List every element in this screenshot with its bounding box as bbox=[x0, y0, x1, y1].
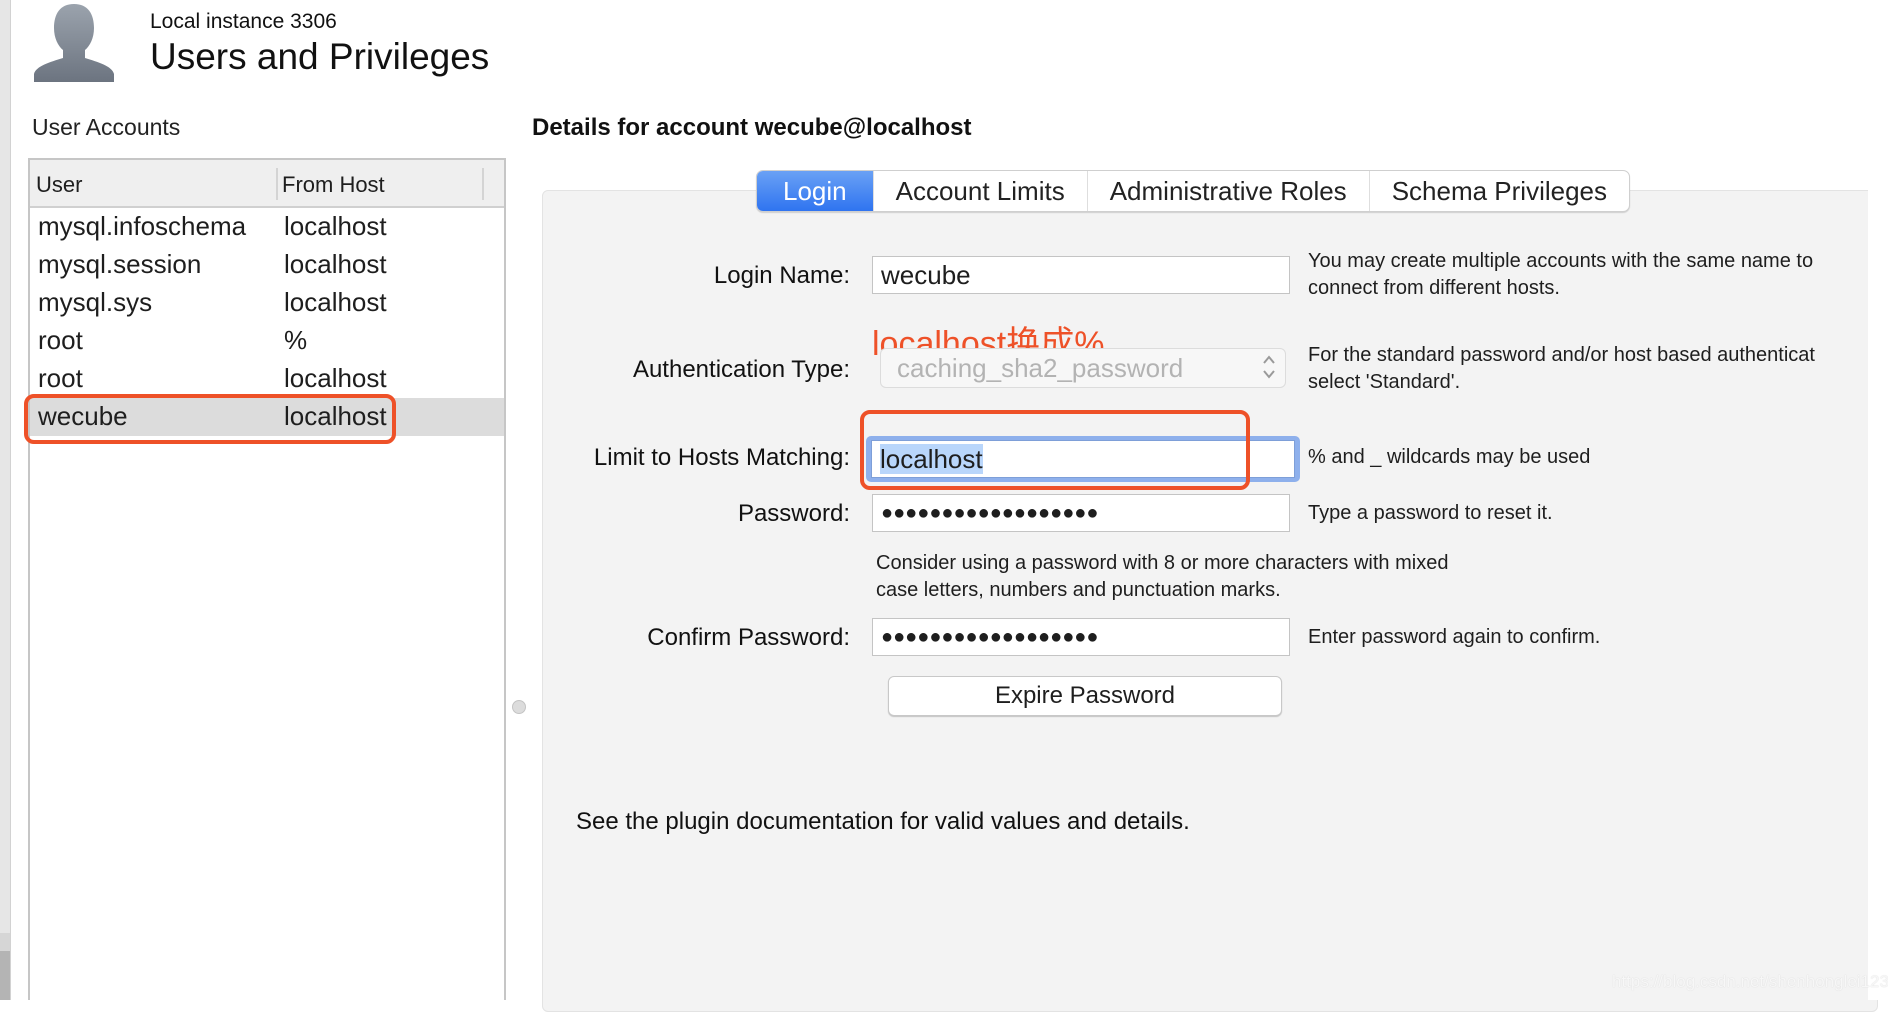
cell-user: mysql.session bbox=[38, 249, 202, 279]
column-divider[interactable] bbox=[482, 168, 484, 200]
cell-host: localhost bbox=[284, 249, 387, 279]
password-label: Password: bbox=[737, 500, 850, 527]
table-row[interactable]: mysql.sys localhost bbox=[30, 284, 504, 322]
splitter-handle[interactable] bbox=[512, 700, 526, 714]
tab-bar: Login Account Limits Administrative Role… bbox=[756, 170, 1630, 212]
table-row[interactable]: mysql.session localhost bbox=[30, 246, 504, 284]
tab-administrative-roles[interactable]: Administrative Roles bbox=[1086, 171, 1369, 211]
user-silhouette-icon bbox=[34, 4, 114, 82]
confirm-password-input[interactable]: ●●●●●●●●●●●●●●●●●● bbox=[872, 618, 1290, 656]
login-name-label: Login Name: bbox=[713, 262, 850, 289]
hosts-help: % and _ wildcards may be used bbox=[1308, 446, 1591, 468]
user-accounts-table[interactable]: User From Host mysql.infoschema localhost… bbox=[28, 158, 506, 1000]
details-title: Details for account wecube@localhost bbox=[532, 114, 972, 141]
confirm-password-help: Enter password again to confirm. bbox=[1308, 626, 1601, 648]
chevron-updown-icon bbox=[1263, 355, 1275, 379]
table-row[interactable]: mysql.infoschema localhost bbox=[30, 208, 504, 246]
auth-type-help: For the standard password and/or host ba… bbox=[1308, 344, 1815, 393]
cell-host: localhost bbox=[284, 363, 387, 393]
cell-host: localhost bbox=[284, 287, 387, 317]
tab-login[interactable]: Login bbox=[757, 171, 873, 211]
table-row[interactable]: root% bbox=[30, 322, 504, 360]
instance-name: Local instance 3306 bbox=[150, 10, 337, 33]
cell-user: root bbox=[38, 363, 83, 393]
table-header: User From Host bbox=[30, 160, 504, 208]
tab-schema-privileges[interactable]: Schema Privileges bbox=[1368, 171, 1629, 211]
user-accounts-label: User Accounts bbox=[32, 114, 181, 140]
watermark: https://blog.csdn.net/shenhonglei1234 bbox=[1612, 972, 1888, 991]
tab-account-limits[interactable]: Account Limits bbox=[872, 171, 1087, 211]
expire-password-button[interactable]: Expire Password bbox=[888, 676, 1282, 716]
password-hint: Consider using a password with 8 or more… bbox=[876, 552, 1449, 601]
column-header-from-host[interactable]: From Host bbox=[282, 172, 385, 198]
cell-user: mysql.infoschema bbox=[38, 211, 247, 241]
cell-user: mysql.sys bbox=[38, 287, 153, 317]
cell-host: localhost bbox=[284, 211, 387, 241]
annotation-highlight-row bbox=[24, 394, 396, 444]
window-edge bbox=[0, 0, 11, 1000]
table-row[interactable]: root localhost bbox=[30, 360, 504, 398]
cell-host: % bbox=[284, 325, 308, 355]
cell-user: root bbox=[38, 325, 83, 355]
annotation-highlight-hosts bbox=[860, 410, 1250, 490]
password-input[interactable]: ●●●●●●●●●●●●●●●●●● bbox=[872, 494, 1290, 532]
confirm-password-label: Confirm Password: bbox=[647, 624, 850, 651]
column-header-user[interactable]: User bbox=[36, 172, 82, 198]
password-help: Type a password to reset it. bbox=[1308, 502, 1553, 524]
auth-type-label: Authentication Type: bbox=[632, 356, 850, 383]
page-title: Users and Privileges bbox=[150, 36, 490, 77]
hosts-label: Limit to Hosts Matching: bbox=[593, 444, 850, 471]
login-name-help: You may create multiple accounts with th… bbox=[1308, 250, 1814, 299]
column-divider[interactable] bbox=[276, 168, 278, 200]
login-name-input[interactable]: wecube bbox=[872, 256, 1290, 294]
auth-type-select[interactable]: caching_sha2_password bbox=[880, 348, 1286, 388]
plugin-note: See the plugin documentation for valid v… bbox=[576, 808, 1190, 835]
auth-type-value: caching_sha2_password bbox=[897, 353, 1184, 383]
window-edge-right bbox=[1868, 0, 1888, 1000]
